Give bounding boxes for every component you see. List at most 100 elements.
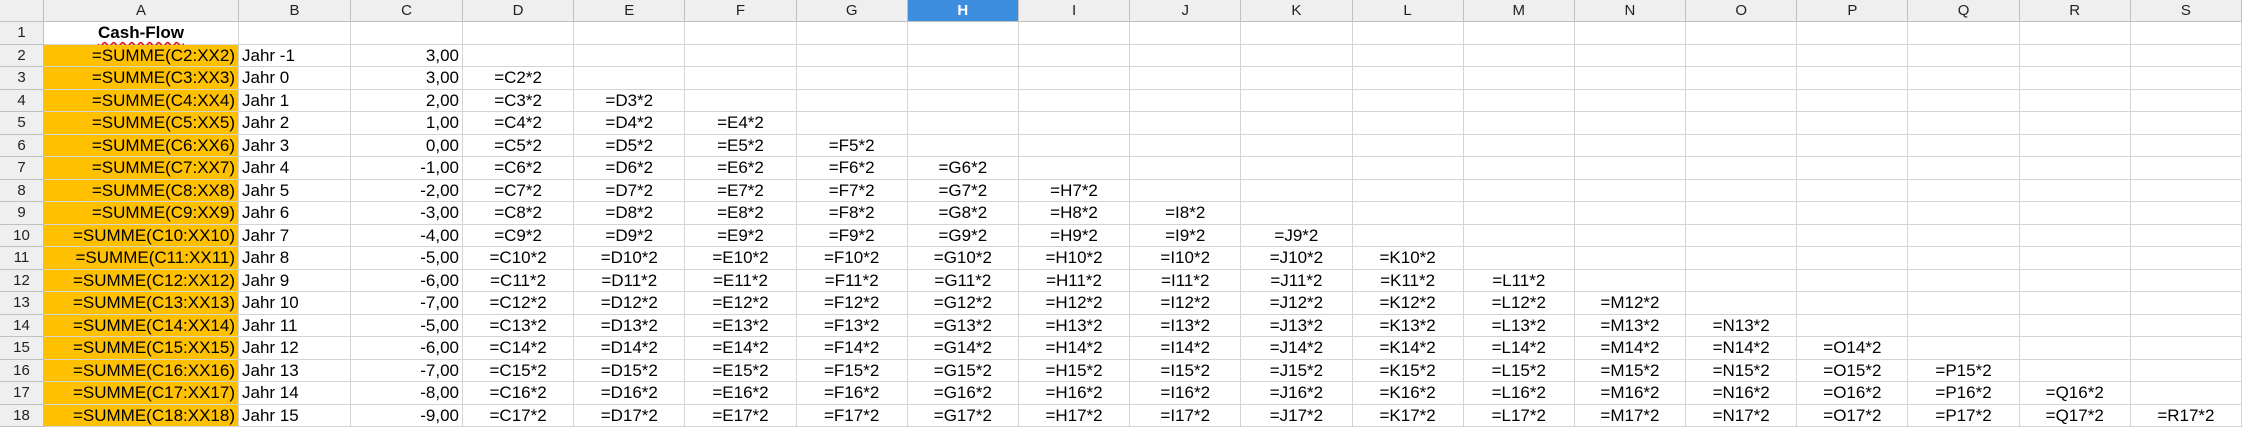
- formula-cell[interactable]: =L15*2: [1463, 359, 1575, 382]
- cell-m4[interactable]: [1463, 89, 1575, 112]
- cell-f3[interactable]: [685, 67, 797, 90]
- row-header[interactable]: 9: [0, 202, 44, 225]
- cell-r3[interactable]: [2019, 67, 2131, 90]
- formula-cell[interactable]: =O16*2: [1797, 382, 1909, 405]
- formula-cell[interactable]: =G16*2: [907, 382, 1019, 405]
- cell-p8[interactable]: [1797, 179, 1909, 202]
- cell-h2[interactable]: [907, 44, 1019, 67]
- column-header-k[interactable]: K: [1241, 0, 1353, 22]
- cell-m2[interactable]: [1463, 44, 1575, 67]
- cell-p1[interactable]: [1797, 22, 1909, 45]
- cashflow-value-cell[interactable]: -7,00: [351, 292, 463, 315]
- column-header-n[interactable]: N: [1574, 0, 1687, 22]
- formula-cell[interactable]: =G13*2: [907, 314, 1019, 337]
- cell-j5[interactable]: [1130, 112, 1242, 135]
- cell-q13[interactable]: [1908, 292, 2020, 315]
- cell-g5[interactable]: [796, 112, 908, 135]
- sum-formula-cell[interactable]: =SUMME(C14:XX14): [44, 314, 239, 337]
- cell-m9[interactable]: [1463, 202, 1575, 225]
- cell-o7[interactable]: [1686, 157, 1798, 180]
- formula-cell[interactable]: =F8*2: [796, 202, 908, 225]
- formula-cell[interactable]: =H9*2: [1018, 224, 1131, 247]
- cashflow-value-cell[interactable]: -3,00: [351, 202, 463, 225]
- cell-p11[interactable]: [1797, 247, 1909, 270]
- cell-o10[interactable]: [1686, 224, 1798, 247]
- sum-formula-cell[interactable]: =SUMME(C9:XX9): [44, 202, 239, 225]
- formula-cell[interactable]: =D4*2: [574, 112, 686, 135]
- formula-cell[interactable]: =E10*2: [685, 247, 797, 270]
- formula-cell[interactable]: =C5*2: [463, 134, 575, 157]
- row-header[interactable]: 13: [0, 292, 44, 315]
- formula-cell[interactable]: =K10*2: [1352, 247, 1464, 270]
- cashflow-value-cell[interactable]: -2,00: [351, 179, 463, 202]
- cell-l1[interactable]: [1352, 22, 1464, 45]
- formula-cell[interactable]: =F14*2: [796, 337, 908, 360]
- cell-r2[interactable]: [2019, 44, 2131, 67]
- year-label-cell[interactable]: Jahr 6: [239, 202, 351, 225]
- formula-cell[interactable]: =J11*2: [1241, 269, 1353, 292]
- cell-s6[interactable]: [2130, 134, 2242, 157]
- cell-q14[interactable]: [1908, 314, 2020, 337]
- formula-cell[interactable]: =F17*2: [796, 404, 908, 427]
- formula-cell[interactable]: =D17*2: [574, 404, 686, 427]
- cell-o9[interactable]: [1686, 202, 1798, 225]
- formula-cell[interactable]: =F16*2: [796, 382, 908, 405]
- cell-j6[interactable]: [1130, 134, 1242, 157]
- formula-cell[interactable]: =C13*2: [463, 314, 575, 337]
- formula-cell[interactable]: =I17*2: [1130, 404, 1242, 427]
- formula-cell[interactable]: =K13*2: [1352, 314, 1464, 337]
- cell-h1[interactable]: [907, 22, 1019, 45]
- cell-m7[interactable]: [1463, 157, 1575, 180]
- formula-cell[interactable]: =C17*2: [463, 404, 575, 427]
- cashflow-value-cell[interactable]: -5,00: [351, 314, 463, 337]
- cell-l7[interactable]: [1352, 157, 1464, 180]
- cell-s11[interactable]: [2130, 247, 2242, 270]
- year-label-cell[interactable]: Jahr 9: [239, 269, 351, 292]
- cell-n12[interactable]: [1574, 269, 1687, 292]
- cell-l2[interactable]: [1352, 44, 1464, 67]
- formula-cell[interactable]: =E6*2: [685, 157, 797, 180]
- cell-l8[interactable]: [1352, 179, 1464, 202]
- formula-cell[interactable]: =G8*2: [907, 202, 1019, 225]
- cell-l9[interactable]: [1352, 202, 1464, 225]
- formula-cell[interactable]: =H15*2: [1018, 359, 1131, 382]
- formula-cell[interactable]: =E17*2: [685, 404, 797, 427]
- formula-cell[interactable]: =I10*2: [1130, 247, 1242, 270]
- cell-r11[interactable]: [2019, 247, 2131, 270]
- formula-cell[interactable]: =E12*2: [685, 292, 797, 315]
- cell-n6[interactable]: [1574, 134, 1687, 157]
- cell-h5[interactable]: [907, 112, 1019, 135]
- cell-q11[interactable]: [1908, 247, 2020, 270]
- row-header[interactable]: 15: [0, 337, 44, 360]
- formula-cell[interactable]: =I13*2: [1130, 314, 1242, 337]
- formula-cell[interactable]: =C6*2: [463, 157, 575, 180]
- column-header-g[interactable]: G: [796, 0, 908, 22]
- cell-o5[interactable]: [1686, 112, 1798, 135]
- formula-cell[interactable]: =I8*2: [1130, 202, 1242, 225]
- cashflow-value-cell[interactable]: -5,00: [351, 247, 463, 270]
- formula-cell[interactable]: =K17*2: [1352, 404, 1464, 427]
- cell-p14[interactable]: [1797, 314, 1909, 337]
- cell-k2[interactable]: [1241, 44, 1353, 67]
- year-label-cell[interactable]: Jahr 8: [239, 247, 351, 270]
- sum-formula-cell[interactable]: =SUMME(C16:XX16): [44, 359, 239, 382]
- formula-cell[interactable]: =D15*2: [574, 359, 686, 382]
- sum-formula-cell[interactable]: =SUMME(C13:XX13): [44, 292, 239, 315]
- formula-cell[interactable]: =N16*2: [1686, 382, 1798, 405]
- cell-s14[interactable]: [2130, 314, 2242, 337]
- cell-m1[interactable]: [1463, 22, 1575, 45]
- cell-d1[interactable]: [463, 22, 575, 45]
- cell-r16[interactable]: [2019, 359, 2131, 382]
- cell-q2[interactable]: [1908, 44, 2020, 67]
- year-label-cell[interactable]: Jahr 7: [239, 224, 351, 247]
- cell-p3[interactable]: [1797, 67, 1909, 90]
- column-header-d[interactable]: D: [463, 0, 575, 22]
- formula-cell[interactable]: =I14*2: [1130, 337, 1242, 360]
- row-header[interactable]: 8: [0, 179, 44, 202]
- column-header-p[interactable]: P: [1797, 0, 1909, 22]
- cell-o11[interactable]: [1686, 247, 1798, 270]
- cell-i7[interactable]: [1018, 157, 1131, 180]
- cell-l6[interactable]: [1352, 134, 1464, 157]
- year-label-cell[interactable]: Jahr -1: [239, 44, 351, 67]
- formula-cell[interactable]: =E11*2: [685, 269, 797, 292]
